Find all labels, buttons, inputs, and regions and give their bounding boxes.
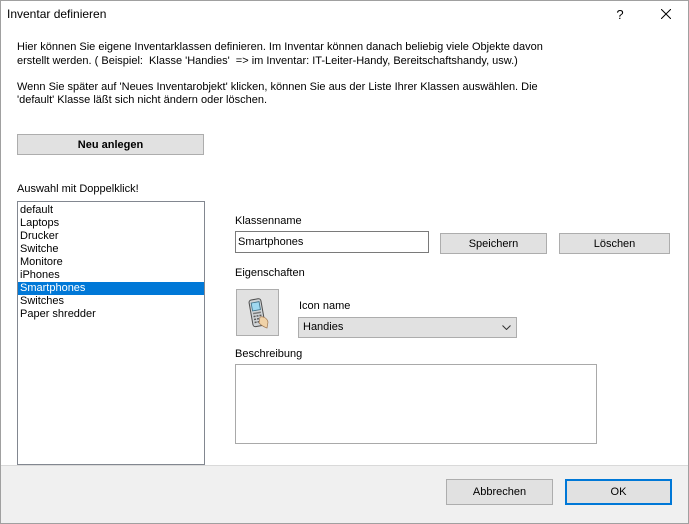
list-item[interactable]: Drucker [18, 230, 204, 243]
mobile-phone-icon [248, 297, 268, 328]
close-button[interactable] [643, 0, 689, 28]
list-item[interactable]: Monitore [18, 256, 204, 269]
class-name-label: Klassenname [235, 215, 302, 227]
description-textarea[interactable] [235, 364, 597, 444]
icon-name-dropdown-value: Handies [303, 321, 344, 333]
intro-line: 'default' Klasse läßt sich nicht ändern … [17, 94, 268, 106]
list-item[interactable]: Switche [18, 243, 204, 256]
ok-button[interactable]: OK [565, 479, 672, 505]
list-item[interactable]: Smartphones [18, 282, 204, 295]
intro-line: Hier können Sie eigene Inventarklassen d… [17, 41, 543, 53]
class-listbox[interactable]: default Laptops Drucker Switche Monitore… [17, 201, 205, 465]
save-button[interactable]: Speichern [440, 233, 547, 254]
new-class-button[interactable]: Neu anlegen [17, 134, 204, 155]
intro-line: Wenn Sie später auf 'Neues Inventarobjek… [17, 81, 538, 93]
properties-label: Eigenschaften [235, 267, 305, 279]
window-title: Inventar definieren [7, 7, 107, 21]
list-item[interactable]: Switches [18, 295, 204, 308]
icon-name-label: Icon name [299, 300, 351, 312]
description-label: Beschreibung [235, 348, 303, 360]
class-list-label: Auswahl mit Doppelklick! [17, 183, 139, 195]
list-item[interactable]: default [18, 204, 204, 217]
list-item[interactable]: Paper shredder [18, 308, 204, 321]
delete-button[interactable]: Löschen [559, 233, 670, 254]
list-item[interactable]: iPhones [18, 269, 204, 282]
title-bar: Inventar definieren ? [0, 0, 689, 28]
close-icon [661, 9, 671, 19]
chevron-down-icon [502, 325, 511, 330]
class-name-input[interactable] [235, 231, 429, 253]
list-item[interactable]: Laptops [18, 217, 204, 230]
dialog-window: Inventar definieren ? Hier können Sie ei… [0, 0, 689, 524]
intro-line: erstellt werden. ( Beispiel: Klasse 'Han… [17, 55, 518, 67]
help-button[interactable]: ? [597, 0, 643, 28]
cancel-button[interactable]: Abbrechen [446, 479, 553, 505]
icon-name-dropdown[interactable]: Handies [298, 317, 517, 338]
icon-preview-button[interactable] [236, 289, 279, 336]
